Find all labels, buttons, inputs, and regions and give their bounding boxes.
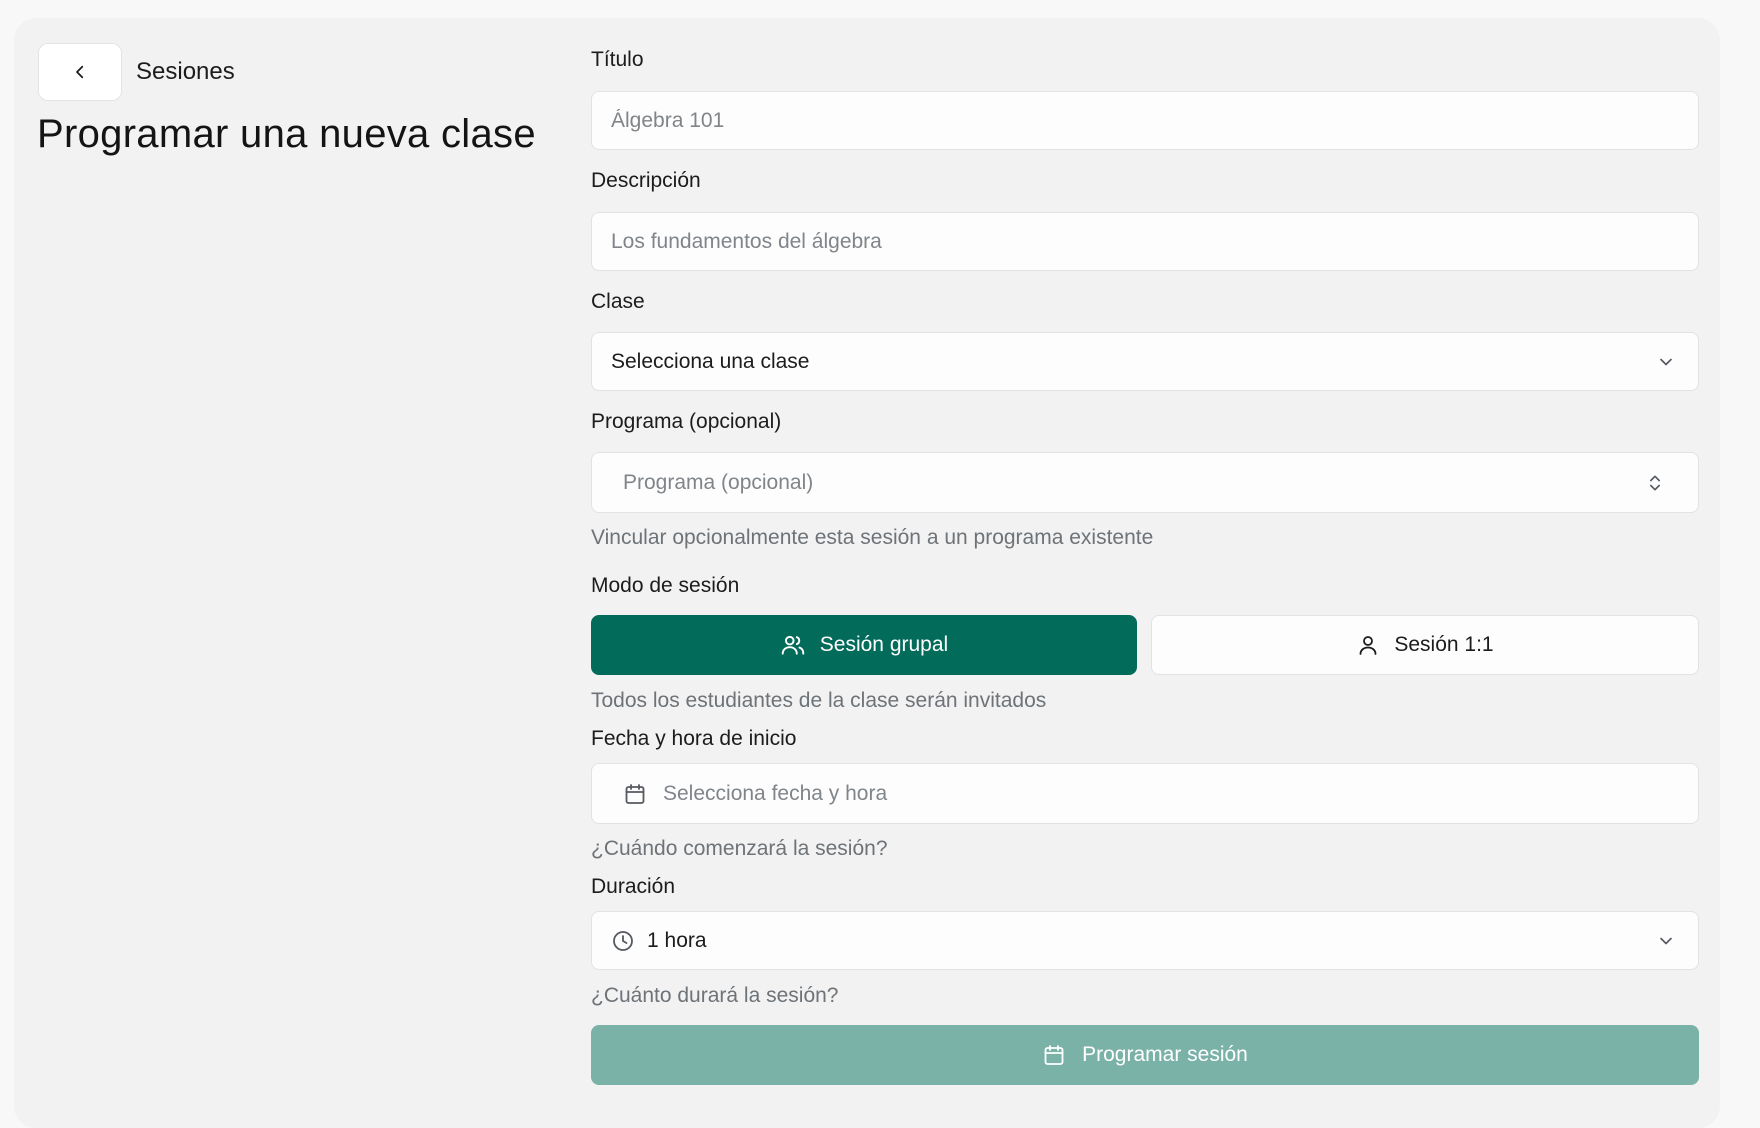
chevron-down-icon <box>1656 352 1676 372</box>
program-help: Vincular opcionalmente esta sesión a un … <box>591 526 1154 549</box>
group-session-button[interactable]: Sesión grupal <box>591 615 1137 675</box>
class-select-value: Selecciona una clase <box>611 349 810 373</box>
title-input[interactable] <box>592 92 1698 149</box>
start-datetime-field[interactable]: Selecciona fecha y hora <box>591 763 1699 824</box>
class-label: Clase <box>591 290 645 313</box>
chevron-down-icon <box>1656 931 1676 951</box>
start-label: Fecha y hora de inicio <box>591 727 797 750</box>
mode-help: Todos los estudiantes de la clase serán … <box>591 689 1047 712</box>
start-help: ¿Cuándo comenzará la sesión? <box>591 837 888 860</box>
duration-help: ¿Cuánto durará la sesión? <box>591 984 839 1007</box>
back-button[interactable] <box>38 43 122 101</box>
group-session-label: Sesión grupal <box>819 633 949 656</box>
breadcrumb[interactable]: Sesiones <box>136 58 235 86</box>
duration-select[interactable]: 1 hora <box>591 911 1699 970</box>
one-on-one-session-label: Sesión 1:1 <box>1394 633 1494 656</box>
schedule-session-label: Programar sesión <box>1082 1043 1248 1066</box>
duration-label: Duración <box>591 875 676 898</box>
users-icon <box>780 632 806 658</box>
program-select[interactable]: Programa (opcional) <box>591 452 1699 513</box>
clock-icon <box>611 929 635 953</box>
user-icon <box>1356 633 1380 657</box>
title-label: Título <box>591 48 644 71</box>
one-on-one-session-button[interactable]: Sesión 1:1 <box>1151 615 1699 675</box>
program-label: Programa (opcional) <box>591 410 782 433</box>
calendar-icon <box>1042 1043 1066 1067</box>
chevron-up-down-icon <box>1645 472 1665 494</box>
description-field[interactable] <box>591 212 1699 271</box>
description-label: Descripción <box>591 169 701 192</box>
calendar-icon <box>623 782 647 806</box>
page-title: Programar una nueva clase <box>37 112 536 156</box>
class-select[interactable]: Selecciona una clase <box>591 332 1699 391</box>
chevron-left-icon <box>71 63 89 81</box>
start-datetime-placeholder: Selecciona fecha y hora <box>663 781 888 805</box>
description-input[interactable] <box>592 213 1698 270</box>
program-select-placeholder: Programa (opcional) <box>623 470 814 494</box>
title-field[interactable] <box>591 91 1699 150</box>
duration-select-value: 1 hora <box>647 928 707 952</box>
mode-label: Modo de sesión <box>591 574 740 597</box>
schedule-session-button[interactable]: Programar sesión <box>591 1025 1699 1085</box>
